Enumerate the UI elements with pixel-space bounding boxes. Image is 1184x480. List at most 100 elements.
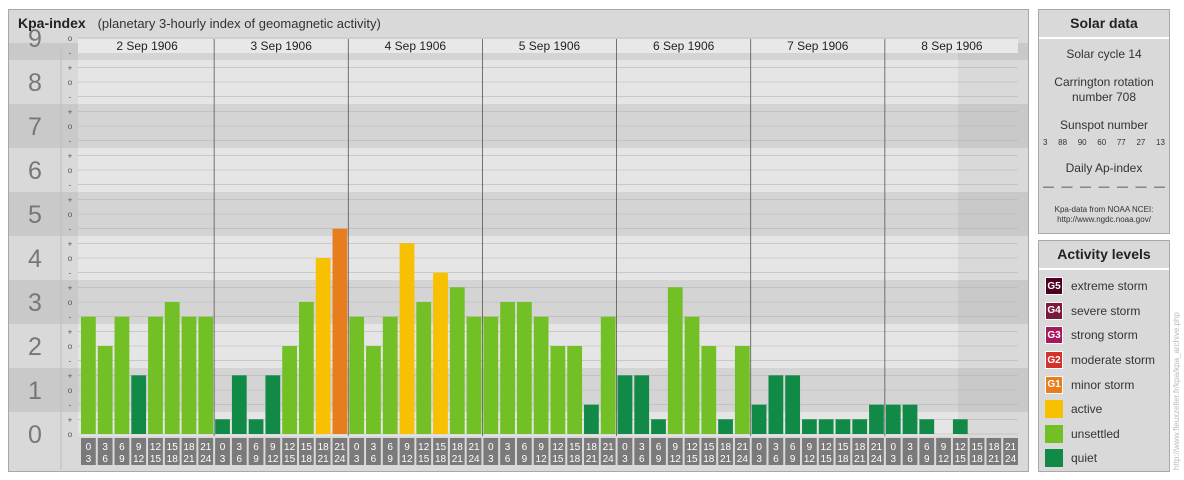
kp-bar (114, 316, 130, 434)
kp-bar (148, 316, 163, 434)
interval-end-label: 24 (334, 454, 346, 465)
sunspot-numbers: 3 88 90 60 77 27 13 (1039, 138, 1169, 147)
interval-end-label: 12 (804, 454, 816, 465)
interval-start-label: 9 (672, 442, 678, 453)
kp-bar (802, 419, 817, 434)
interval-end-label: 21 (452, 454, 464, 465)
kp-bar (768, 375, 784, 434)
y-tick-label: 3 (28, 289, 42, 317)
y-subtick-label: o (68, 254, 73, 263)
interval-start-label: 15 (837, 442, 849, 453)
ap-value: — (1043, 181, 1054, 193)
level-color-swatch (1045, 400, 1063, 419)
y-tick-label: 8 (28, 69, 42, 97)
interval-start-label: 9 (136, 442, 142, 453)
activity-level-row: quiet (1039, 446, 1169, 471)
interval-start-label: 6 (119, 442, 125, 453)
interval-end-label: 3 (890, 454, 896, 465)
interval-end-label: 12 (938, 454, 950, 465)
kp-bar (885, 404, 901, 434)
level-label: quiet (1071, 451, 1098, 466)
y-subtick-label: + (68, 239, 73, 248)
activity-level-row: G2 moderate storm (1039, 348, 1169, 373)
y-subtick-label: - (69, 137, 72, 146)
source-watermark: http://www.fleuxzeller.fr/kpa/kpa_archiv… (1172, 312, 1181, 470)
interval-end-label: 3 (86, 454, 92, 465)
y-subtick-label: - (69, 93, 72, 102)
interval-start-label: 12 (821, 442, 833, 453)
y-subtick-label: + (68, 415, 73, 424)
interval-start-label: 18 (988, 442, 1000, 453)
interval-end-label: 12 (536, 454, 548, 465)
interval-start-label: 12 (955, 442, 967, 453)
y-subtick-label: + (68, 371, 73, 380)
interval-end-label: 18 (435, 454, 447, 465)
level-label: strong storm (1071, 328, 1138, 343)
interval-start-label: 21 (871, 442, 883, 453)
interval-end-label: 12 (133, 454, 145, 465)
sunspot-value: 27 (1136, 138, 1146, 147)
kp-bar (902, 404, 918, 434)
interval-start-label: 3 (505, 442, 511, 453)
ap-index-label: Daily Ap-index (1065, 161, 1143, 175)
interval-end-label: 15 (955, 454, 967, 465)
interval-end-label: 6 (371, 454, 377, 465)
interval-end-label: 6 (102, 454, 108, 465)
interval-end-label: 9 (924, 454, 930, 465)
interval-end-label: 9 (387, 454, 393, 465)
ap-value: — (1080, 181, 1091, 193)
y-subtick-label: + (68, 63, 73, 72)
kp-bar (97, 346, 113, 434)
interval-start-label: 3 (371, 442, 377, 453)
kp-bar (449, 287, 465, 434)
kp-bar (215, 419, 230, 434)
interval-start-label: 21 (334, 442, 346, 453)
level-color-swatch (1045, 449, 1063, 468)
activity-levels-panel: Activity levels G5 extreme storm G4 severe … (1038, 240, 1170, 472)
interval-start-label: 6 (253, 442, 259, 453)
solar-data-title: Solar data (1039, 10, 1169, 39)
kp-bar (131, 375, 147, 434)
sunspot-value: 13 (1156, 138, 1165, 147)
sunspot-value: 88 (1058, 138, 1068, 147)
kp-bar (651, 419, 666, 434)
kp-bar (667, 287, 683, 434)
level-color-swatch (1045, 424, 1063, 443)
interval-start-label: 6 (387, 442, 393, 453)
data-source-line-1: Kpa-data from NOAA NCEI: (1054, 205, 1154, 214)
interval-end-label: 12 (267, 454, 279, 465)
solar-data-panel: Solar data Solar cycle 14 Carrington rot… (1038, 9, 1170, 234)
kp-bar (835, 419, 851, 434)
kp-bar (483, 316, 499, 434)
interval-start-label: 0 (622, 442, 628, 453)
y-subtick-label: + (68, 195, 73, 204)
interval-start-label: 0 (488, 442, 494, 453)
kp-bar (952, 419, 968, 434)
interval-end-label: 21 (988, 454, 1000, 465)
interval-end-label: 6 (639, 454, 645, 465)
interval-start-label: 21 (1005, 442, 1017, 453)
level-color-swatch: G2 (1045, 351, 1063, 370)
interval-end-label: 3 (220, 454, 226, 465)
y-tick-label: 4 (28, 245, 42, 273)
kp-bar (164, 302, 180, 434)
y-subtick-label: + (68, 327, 73, 336)
interval-start-label: 15 (569, 442, 581, 453)
y-subtick-label: o (68, 342, 73, 351)
kp-bar (734, 346, 750, 434)
y-tick-label: 7 (28, 113, 42, 141)
interval-start-label: 18 (854, 442, 866, 453)
y-tick-label: 2 (28, 333, 42, 361)
interval-start-label: 21 (603, 442, 615, 453)
interval-end-label: 21 (183, 454, 195, 465)
interval-end-label: 18 (569, 454, 581, 465)
kp-bar (684, 316, 700, 434)
interval-start-label: 0 (86, 442, 92, 453)
interval-start-label: 3 (102, 442, 108, 453)
activity-level-row: unsettled (1039, 422, 1169, 447)
activity-levels-title: Activity levels (1039, 241, 1169, 270)
day-label: 2 Sep 1906 (116, 39, 178, 53)
kp-bar (198, 316, 214, 434)
level-label: minor storm (1071, 377, 1135, 392)
interval-start-label: 9 (807, 442, 813, 453)
